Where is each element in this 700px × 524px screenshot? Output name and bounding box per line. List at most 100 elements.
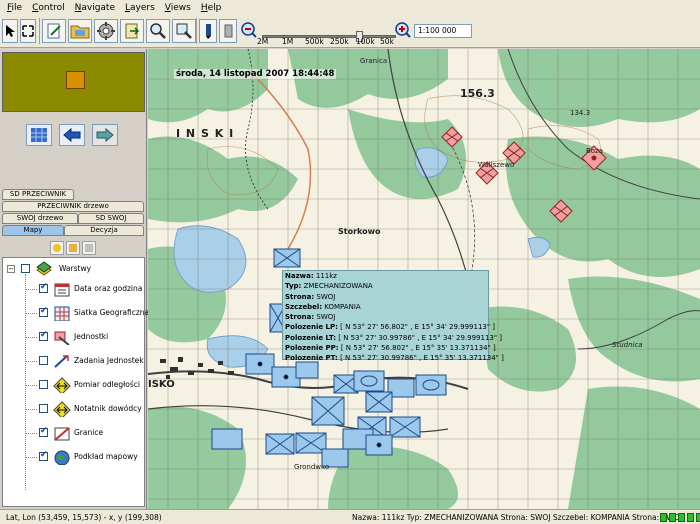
layer-item[interactable]: Siatka Geograficzna: [3, 304, 149, 324]
layer-add-button[interactable]: [50, 241, 64, 255]
tab-mapy[interactable]: Mapy: [2, 225, 64, 236]
unit-info-popup: Nazwa: 111kz Typ: ZMECHANIZOWANA Strona:…: [282, 270, 504, 363]
settings-button[interactable]: [94, 19, 118, 43]
layer-checkbox[interactable]: [39, 356, 48, 365]
layer-label: Notatnik dowódcy: [74, 404, 142, 413]
left-panel: SD PRZECIWNIK PRZECIWNIK drzewo SWOJ drz…: [0, 49, 149, 509]
menu-help[interactable]: Help: [196, 3, 227, 13]
tree-root-checkbox[interactable]: [21, 264, 30, 273]
friendly-unit-13: [389, 416, 421, 438]
zoom-label-250k[interactable]: 250k: [330, 37, 349, 46]
expand-icon: [22, 25, 34, 37]
tree-root-warstwy[interactable]: − Warstwy: [3, 260, 143, 280]
info-strona2-label: Strona:: [285, 313, 315, 322]
info-lt-value: [ N 53° 27' 30.99786" , E 15° 34' 29.999…: [338, 333, 503, 342]
menu-layers[interactable]: Layers: [120, 3, 160, 13]
tab-sd-swoj[interactable]: SD SWOJ: [78, 213, 144, 224]
status-led: [687, 513, 694, 522]
info-pt-label: Polozenie PT:: [285, 354, 338, 363]
map-label-grondwko: Grondwko: [294, 463, 330, 471]
cursor-icon: [6, 25, 15, 37]
friendly-unit-18: [211, 428, 243, 450]
layer-props-icon: [69, 244, 77, 252]
layer-checkbox[interactable]: [39, 450, 48, 461]
layer-remove-button[interactable]: [82, 241, 96, 255]
layer-checkbox[interactable]: [39, 282, 48, 293]
tab-decyzja[interactable]: Decyzja: [64, 225, 144, 236]
zoom-in-button[interactable]: [394, 20, 411, 40]
back-button[interactable]: [59, 124, 85, 146]
layer-item[interactable]: Jednostki: [3, 328, 143, 348]
fullscreen-button[interactable]: [20, 19, 36, 43]
tree-root-label: Warstwy: [59, 264, 92, 273]
menu-control[interactable]: Control: [27, 3, 70, 13]
friendly-unit-17: [365, 434, 393, 456]
layer-label: Siatka Geograficzna: [74, 308, 150, 317]
info-nazwa-value: 111kz: [315, 272, 337, 280]
open-folder-button[interactable]: [68, 19, 92, 43]
layer-label: Data oraz godzina: [74, 284, 143, 293]
grid-icon: [54, 306, 70, 321]
calendar-icon: [54, 283, 70, 297]
forward-button[interactable]: [92, 124, 118, 146]
zoom-label-500k[interactable]: 500k: [305, 37, 324, 46]
select-pointer-button[interactable]: [2, 19, 18, 43]
tab-przeciwnik-drzewo[interactable]: PRZECIWNIK drzewo: [2, 201, 144, 212]
tree-collapse-toggle[interactable]: −: [7, 265, 15, 273]
map-label-height-156: 156.3: [460, 87, 495, 100]
layer-item[interactable]: Podkład mapowy: [3, 448, 143, 468]
zoom-label-50k[interactable]: 50k: [380, 37, 394, 46]
layer-item[interactable]: Data oraz godzina: [3, 280, 143, 300]
status-coordinates: Lat, Lon (53,459, 15,573) - x, y (199,30…: [6, 513, 162, 522]
menu-navigate[interactable]: Navigate: [70, 3, 120, 13]
layer-item[interactable]: Granice: [3, 424, 143, 444]
eraser-icon: [224, 24, 233, 38]
toolbar: 2M 1M 500k 250k 100k 50k 1:100 000: [0, 16, 700, 48]
layer-checkbox[interactable]: [39, 426, 48, 437]
eraser-button[interactable]: [219, 19, 237, 43]
status-led: [696, 513, 700, 522]
overview-map[interactable]: [2, 52, 145, 112]
tab-sd-przeciwnik[interactable]: SD PRZECIWNIK: [2, 189, 74, 200]
edit-document-button[interactable]: [42, 19, 66, 43]
map-label-isko: ISKO: [148, 379, 175, 390]
overview-viewport-rect[interactable]: [66, 71, 85, 89]
menu-bar: File Control Navigate Layers Views Help: [0, 0, 700, 16]
add-layer-icon: [53, 244, 61, 252]
export-icon: [125, 23, 140, 39]
menu-file[interactable]: File: [2, 3, 27, 13]
tab-swoj-drzewo[interactable]: SWOJ drzewo: [2, 213, 78, 224]
zoom-out-button[interactable]: [240, 20, 257, 40]
globe-view-button[interactable]: [26, 124, 52, 146]
info-pp-label: Polozenie PP:: [285, 344, 339, 353]
zoom-label-100k[interactable]: 100k: [356, 37, 375, 46]
search-button[interactable]: [146, 19, 170, 43]
info-strona-value: SWOJ: [316, 292, 336, 301]
layer-props-button[interactable]: [66, 241, 80, 255]
magnifier-icon: [150, 23, 166, 39]
layer-checkbox[interactable]: [39, 306, 48, 317]
status-bar: Lat, Lon (53,459, 15,573) - x, y (199,30…: [0, 509, 700, 524]
layer-item[interactable]: Notatnik dowódcy: [3, 400, 143, 420]
scale-field[interactable]: 1:100 000: [414, 24, 472, 38]
layer-checkbox[interactable]: [39, 330, 48, 341]
zoom-label-2m[interactable]: 2M: [257, 37, 268, 46]
layer-checkbox[interactable]: [39, 380, 48, 389]
layer-checkbox[interactable]: [39, 404, 48, 413]
zoom-label-1m[interactable]: 1M: [282, 37, 293, 46]
document-edit-icon: [47, 23, 61, 39]
info-pt-value: [ N 53° 27' 30.99786" , E 15° 35' 13.371…: [340, 354, 504, 363]
menu-views[interactable]: Views: [160, 3, 196, 13]
units-icon: [54, 331, 70, 345]
grid-globe-icon: [31, 128, 47, 142]
zoom-area-button[interactable]: [172, 19, 196, 43]
layer-item[interactable]: Pomiar odległości: [3, 376, 143, 396]
map-label-studnica: Studnica: [612, 341, 643, 349]
info-lp-label: Polozenie LP:: [285, 323, 338, 332]
export-button[interactable]: [120, 19, 144, 43]
layer-item[interactable]: Zadania Jednostek: [3, 352, 144, 372]
info-lt-label: Polozenie LT:: [285, 333, 337, 342]
pen-button[interactable]: [199, 19, 217, 43]
zoom-area-icon: [176, 23, 192, 39]
map-label-height-134: 134.3: [570, 109, 591, 117]
